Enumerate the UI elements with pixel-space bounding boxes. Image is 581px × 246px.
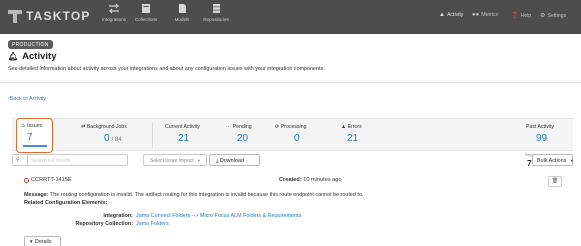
details-button[interactable]: ▼ Details	[24, 236, 61, 246]
nav-integrations-label: Integrations	[101, 17, 126, 22]
repository-collection-label: Repository Collection:	[75, 221, 133, 227]
processing-label[interactable]: ⟳ Processing	[275, 124, 306, 130]
caret-down-icon: ▼	[569, 157, 574, 163]
issues-label: ⚠ Issues	[21, 123, 42, 129]
issue-message: Message: The routing configuration is in…	[24, 192, 363, 198]
back-link-label: Back to Activity	[9, 96, 47, 102]
details-button-label: Details	[34, 239, 52, 245]
chevron-down-icon: ▼	[29, 239, 34, 244]
pending-icon: ⋯	[226, 124, 232, 130]
nav-settings-label: Settings	[547, 13, 567, 19]
issues-count: 7	[27, 132, 33, 143]
current-activity-label[interactable]: Current Activity	[165, 124, 200, 130]
past-activity-count: 99	[536, 133, 548, 144]
issue-id: CCRRTT-1415E	[31, 177, 72, 183]
download-button-label: Download	[219, 157, 244, 164]
bulk-actions-button[interactable]: Bulk Actions ▼	[532, 154, 574, 166]
repository-collection-link[interactable]: Jama Folders	[136, 221, 169, 227]
spinner-icon: ⟳	[275, 124, 280, 130]
background-jobs-total: / 84	[111, 137, 122, 143]
caret-down-icon: ▼	[197, 158, 201, 163]
help-icon: ❓	[511, 13, 519, 19]
nav-models-label: Models	[174, 17, 190, 22]
gear-icon: ⚙	[540, 13, 546, 19]
pending-label-text: Pending	[232, 124, 252, 130]
search-icon: ⚲	[16, 157, 20, 163]
nav-activity[interactable]: ▲ Activity	[439, 12, 463, 18]
processing-label-text: Processing	[280, 124, 307, 130]
nav-help[interactable]: ❓ Help	[511, 12, 531, 19]
header-divider	[0, 82, 581, 83]
nav-collections-label: Collections	[134, 17, 158, 22]
database-icon	[194, 3, 238, 17]
page-description: See detailed information about activity …	[8, 66, 325, 72]
nav-settings[interactable]: ⚙ Settings	[540, 12, 566, 19]
past-activity-label[interactable]: Past Activity	[526, 124, 554, 130]
bell-icon: ▲	[439, 12, 445, 18]
nav-repositories-label: Repositories	[203, 17, 229, 22]
warning-icon: ⚠	[21, 123, 26, 129]
search-divider	[27, 155, 28, 165]
integration-label: Integration:	[103, 213, 133, 219]
environment-badge: PRODUCTION	[8, 40, 53, 49]
nav-activity-label: Activity	[446, 12, 464, 18]
error-circle-icon	[24, 178, 29, 183]
search-input[interactable]: Search list results	[31, 158, 70, 164]
bulk-actions-label: Bulk Actions	[537, 157, 567, 164]
issues-label-text: Issues	[27, 123, 43, 129]
errors-count: 21	[347, 133, 359, 144]
nav-help-label: Help	[520, 13, 532, 19]
activity-stats-panel: ⚠ Issues 7 ⇄ Background Jobs 0/ 84 Curre…	[12, 118, 573, 153]
background-jobs-count: 0/ 84	[104, 133, 122, 144]
download-icon: ⤓	[216, 157, 219, 164]
errors-label[interactable]: ▲ Errors	[341, 124, 362, 130]
search-box[interactable]: ⚲ Search list results	[12, 154, 128, 166]
issues-active-indicator	[23, 145, 47, 147]
message-text: The routing configuration is invalid. Th…	[49, 192, 364, 198]
page-title: 🔔︎ Activity	[8, 51, 56, 62]
background-jobs-value: 0	[104, 133, 110, 144]
integration-link[interactable]: Jama Connect Folders --> Micro Focus ALM…	[136, 213, 301, 219]
stats-separator	[152, 123, 153, 148]
background-jobs-label[interactable]: ⇄ Background Jobs	[81, 124, 127, 130]
issues-tab[interactable]: ⚠ Issues 7	[16, 118, 53, 153]
related-elements-heading: Related Configuration Elements:	[24, 200, 108, 206]
users-icon: ●●	[472, 12, 480, 18]
trash-icon[interactable]: 🗑︎	[548, 176, 562, 187]
issue-created: Created: 10 minutes ago	[279, 177, 342, 183]
nav-metrics-label: Metrics	[481, 12, 498, 18]
jobs-icon: ⇄	[81, 124, 86, 130]
processing-count: 0	[294, 133, 300, 144]
back-to-activity-link[interactable]: ‹Back to Activity	[8, 96, 46, 102]
message-label: Message:	[24, 192, 49, 198]
background-jobs-label-text: Background Jobs	[86, 124, 127, 130]
download-button[interactable]: ⤓ Download	[209, 154, 260, 166]
top-navbar: TASKTOP Integrations Collections Models …	[0, 0, 581, 34]
issue-impact-select-label: Select Issue Impact	[150, 158, 194, 164]
issue-impact-select[interactable]: Select Issue Impact ▼	[143, 154, 207, 166]
tasktop-logo-icon	[8, 9, 22, 23]
pending-label[interactable]: ⋯ Pending	[226, 124, 252, 130]
brand-logo[interactable]: TASKTOP	[8, 9, 91, 23]
page-title-text: Activity	[22, 51, 57, 62]
created-value: 10 minutes ago	[303, 177, 342, 183]
error-triangle-icon: ▲	[341, 124, 347, 130]
bell-icon: 🔔︎	[8, 52, 19, 61]
nav-metrics[interactable]: ●● Metrics	[472, 12, 498, 18]
current-activity-count: 21	[178, 133, 190, 144]
errors-label-text: Errors	[347, 124, 362, 130]
created-label: Created:	[279, 177, 302, 183]
brand-name: TASKTOP	[26, 9, 91, 23]
nav-repositories[interactable]: Repositories	[194, 3, 238, 22]
pending-count: 20	[237, 133, 249, 144]
